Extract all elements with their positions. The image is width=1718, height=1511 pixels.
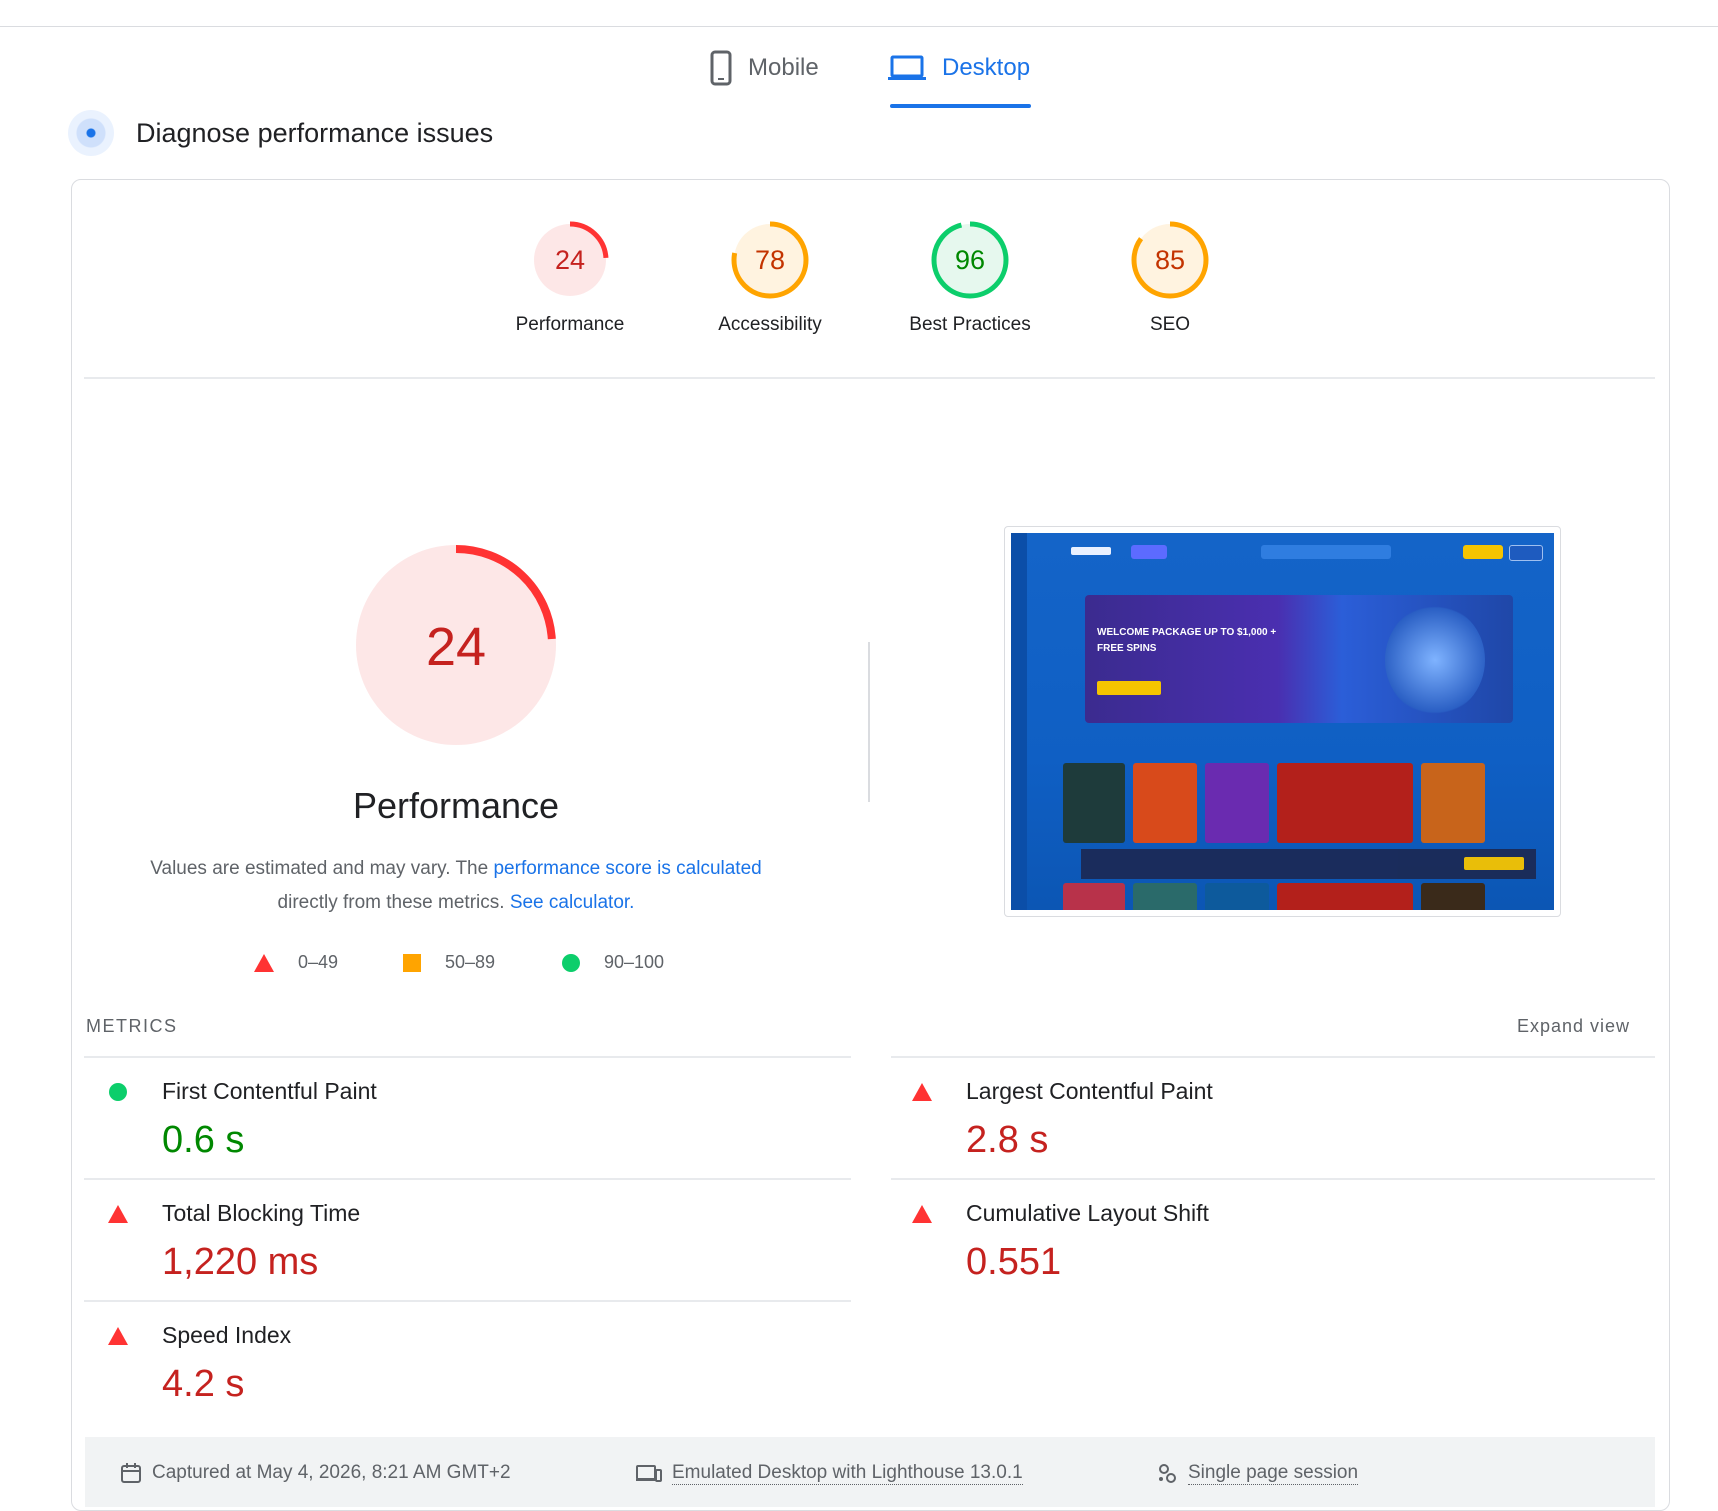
desc-prefix: Values are estimated and may vary. The xyxy=(150,858,494,879)
metric-name: Total Blocking Time xyxy=(162,1200,361,1226)
gauges-divider xyxy=(84,377,1655,379)
tab-mobile[interactable]: Mobile xyxy=(710,48,819,88)
fail-triangle-icon xyxy=(108,1326,128,1345)
top-divider xyxy=(0,26,1718,27)
gauge-label: Accessibility xyxy=(718,314,822,335)
metric-lcp: Largest Contentful Paint 2.8 s xyxy=(900,1078,1213,1162)
screenshot-game-tile xyxy=(1063,763,1125,843)
tab-desktop-label: Desktop xyxy=(942,54,1031,81)
footer-session[interactable]: Single page session xyxy=(1156,1462,1359,1485)
metric-name: First Contentful Paint xyxy=(162,1078,377,1104)
metric-value: 0.551 xyxy=(966,1241,1062,1283)
screenshot-game-tile xyxy=(1133,763,1197,843)
session-text: Single page session xyxy=(1188,1462,1359,1485)
score-calculated-link[interactable]: performance score is calculated xyxy=(493,858,761,879)
gauge-score: 24 xyxy=(555,245,585,275)
metric-cls: Cumulative Layout Shift 0.551 xyxy=(900,1200,1209,1284)
emulated-text: Emulated Desktop with Lighthouse 13.0.1 xyxy=(672,1462,1023,1485)
screenshot-game-tile xyxy=(1205,763,1269,843)
gauge-score: 78 xyxy=(755,245,785,275)
square-orange-icon xyxy=(403,953,421,972)
gauge-label: Performance xyxy=(515,314,625,335)
performance-score: 24 xyxy=(426,617,486,677)
performance-title: Performance xyxy=(352,785,560,826)
legend-average-range: 50–89 xyxy=(445,952,496,972)
legend-fail: 0–49 xyxy=(254,952,338,973)
metric-value: 1,220 ms xyxy=(162,1241,319,1283)
metric-value: 4.2 s xyxy=(162,1363,245,1405)
metrics-divider xyxy=(84,1300,851,1302)
phone-icon xyxy=(710,50,732,86)
desc-middle: directly from these metrics. xyxy=(277,892,510,913)
performance-description: Values are estimated and may vary. The p… xyxy=(120,852,792,920)
metrics-heading: METRICS xyxy=(86,1016,178,1036)
diagnose-title: Diagnose performance issues xyxy=(136,117,494,148)
diagnose-header: Diagnose performance issues xyxy=(68,110,493,156)
fail-triangle-icon xyxy=(912,1082,932,1101)
metric-name: Speed Index xyxy=(162,1322,292,1348)
score-gauge-seo[interactable]: 85 SEO xyxy=(1070,218,1270,336)
circle-green-icon xyxy=(562,953,580,972)
fail-triangle-icon xyxy=(912,1204,932,1223)
screenshot-game-tile xyxy=(1063,883,1125,910)
metrics-divider xyxy=(891,1056,1655,1058)
legend-average: 50–89 xyxy=(403,952,495,973)
score-gauge-best-practices[interactable]: 96 Best Practices xyxy=(870,218,1070,336)
tab-mobile-label: Mobile xyxy=(748,54,819,81)
screenshot-banner-button xyxy=(1097,681,1161,695)
gauge-label: SEO xyxy=(1149,314,1191,335)
legend-pass-range: 90–100 xyxy=(604,952,665,972)
pass-circle-icon xyxy=(109,1082,127,1101)
see-calculator-link[interactable]: See calculator. xyxy=(510,892,635,913)
banner-line-1: WELCOME PACKAGE UP TO $1,000 + xyxy=(1097,627,1277,638)
screenshot-game-tile xyxy=(1133,883,1197,910)
metric-fcp: First Contentful Paint 0.6 s xyxy=(96,1078,377,1162)
metrics-divider xyxy=(84,1178,851,1180)
performance-gauge: 24 xyxy=(356,545,556,750)
banner-line-2: FREE SPINS xyxy=(1097,643,1157,654)
screenshot-topbar xyxy=(1031,541,1546,563)
screenshot-sidebar xyxy=(1011,533,1027,910)
diagnose-icon xyxy=(68,110,114,156)
gauge-score: 85 xyxy=(1155,245,1185,275)
metric-name: Cumulative Layout Shift xyxy=(966,1200,1209,1226)
captured-text: Captured at May 4, 2026, 8:21 AM GMT+2 xyxy=(152,1462,511,1483)
screenshot-game-tile xyxy=(1205,883,1269,910)
footer-emulated[interactable]: Emulated Desktop with Lighthouse 13.0.1 xyxy=(636,1462,1023,1485)
metric-name: Largest Contentful Paint xyxy=(966,1078,1213,1104)
gauge-score: 96 xyxy=(955,245,985,275)
calendar-icon xyxy=(121,1463,141,1483)
screenshot-cookie-button xyxy=(1464,857,1524,870)
triangle-red-icon xyxy=(254,953,274,972)
legend-pass: 90–100 xyxy=(562,952,664,973)
devices-icon xyxy=(636,1464,662,1482)
screenshot-content: WELCOME PACKAGE UP TO $1,000 + FREE SPIN… xyxy=(1011,533,1554,910)
screenshot-cookie-banner xyxy=(1081,849,1536,879)
active-tab-indicator xyxy=(890,104,1031,108)
score-gauge-performance[interactable]: 24 Performance xyxy=(470,218,670,336)
gauge-label: Best Practices xyxy=(909,314,1031,335)
screenshot-game-tile xyxy=(1421,763,1485,843)
legend-fail-range: 0–49 xyxy=(298,952,339,972)
footer-captured: Captured at May 4, 2026, 8:21 AM GMT+2 xyxy=(120,1462,511,1484)
metric-value: 2.8 s xyxy=(966,1119,1049,1161)
laptop-icon xyxy=(888,55,926,80)
metric-value: 0.6 s xyxy=(162,1119,245,1161)
tab-desktop[interactable]: Desktop xyxy=(888,48,1030,88)
screenshot-banner: WELCOME PACKAGE UP TO $1,000 + FREE SPIN… xyxy=(1085,595,1513,723)
session-icon xyxy=(1159,1463,1176,1483)
vertical-divider xyxy=(868,642,870,802)
score-gauge-accessibility[interactable]: 78 Accessibility xyxy=(670,218,870,336)
expand-view-toggle[interactable]: Expand view xyxy=(1517,1016,1630,1037)
screenshot-game-tile xyxy=(1277,763,1413,843)
page-screenshot: WELCOME PACKAGE UP TO $1,000 + FREE SPIN… xyxy=(1004,526,1561,917)
metric-tbt: Total Blocking Time 1,220 ms xyxy=(96,1200,360,1284)
metrics-divider xyxy=(84,1056,851,1058)
metric-speed-index: Speed Index 4.2 s xyxy=(96,1322,291,1406)
fail-triangle-icon xyxy=(108,1204,128,1223)
screenshot-game-tile xyxy=(1421,883,1485,910)
metrics-divider xyxy=(891,1178,1655,1180)
screenshot-banner-text: WELCOME PACKAGE UP TO $1,000 + FREE SPIN… xyxy=(1097,625,1276,657)
screenshot-game-tile xyxy=(1277,883,1413,910)
